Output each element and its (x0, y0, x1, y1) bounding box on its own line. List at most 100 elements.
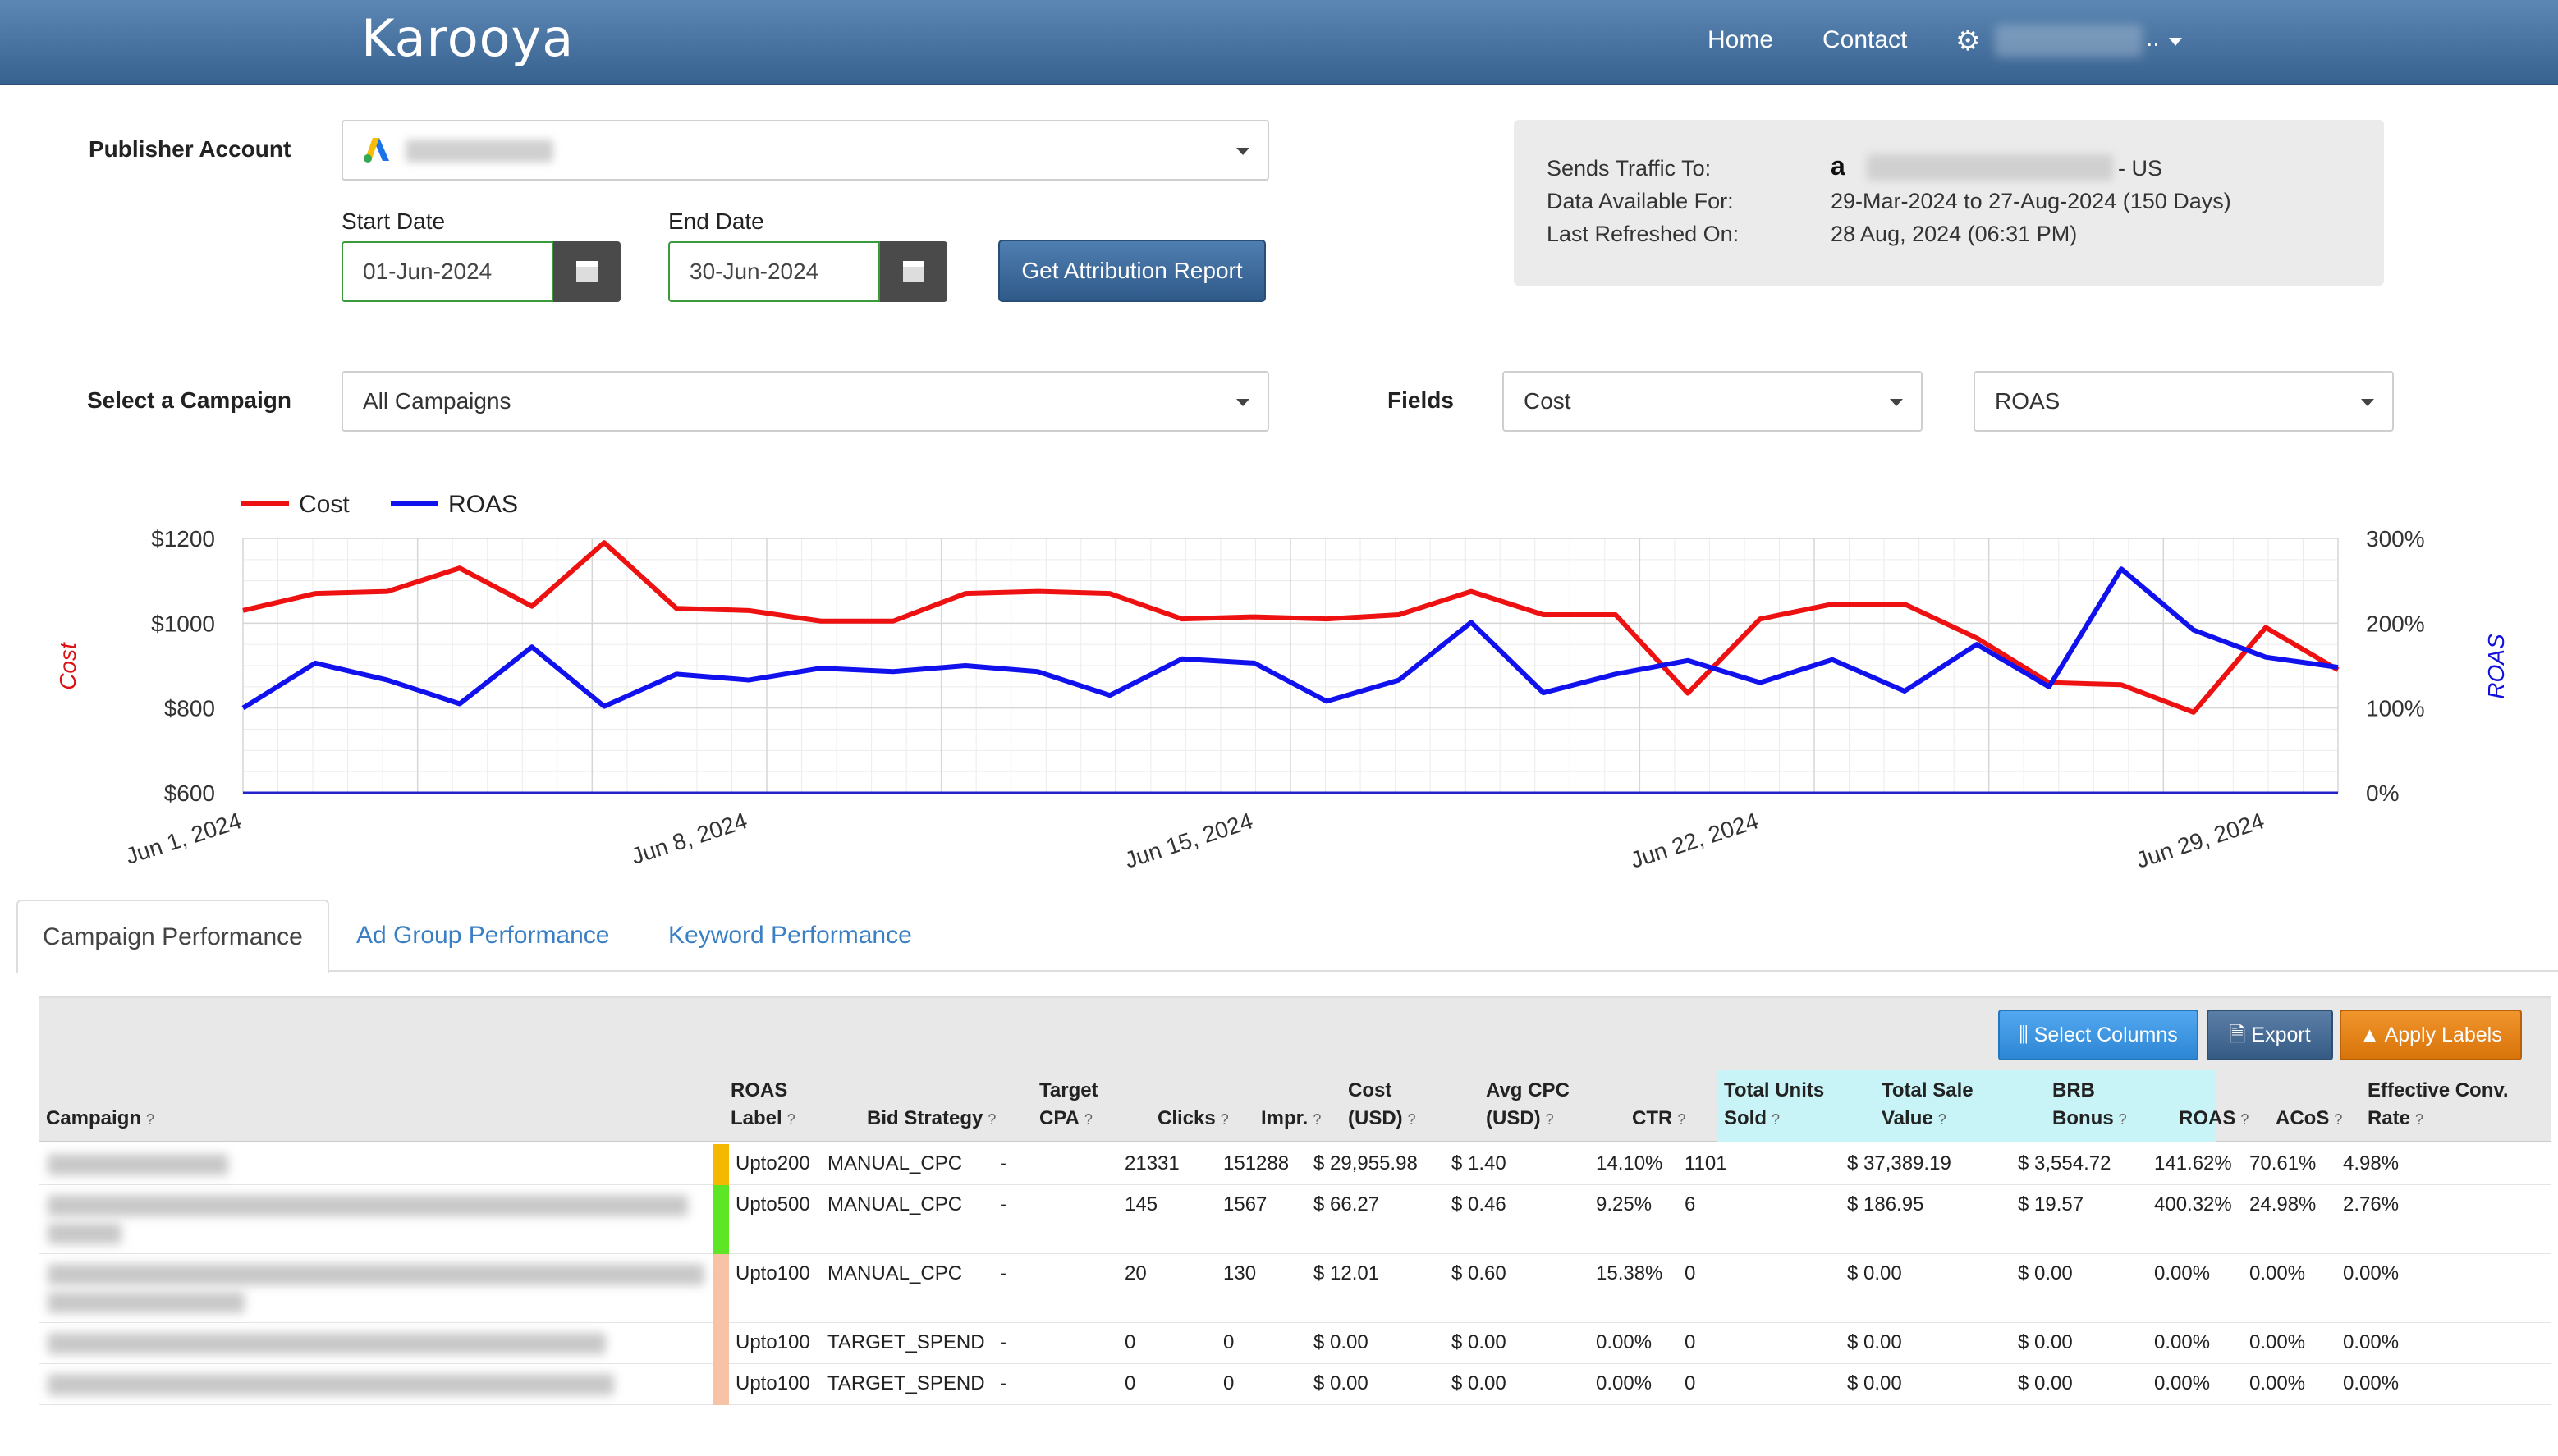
cell-total-sale-value: $ 186.95 (1847, 1193, 1924, 1216)
account-info-panel: Sends Traffic To: a - US Data Available … (1514, 120, 2384, 286)
cell-bid-strategy: TARGET_SPEND (827, 1372, 985, 1394)
columns-icon: ⫼ (2019, 1023, 2034, 1046)
tab-ad-group-performance[interactable]: Ad Group Performance (332, 900, 634, 972)
performance-tabs: Campaign Performance Ad Group Performanc… (16, 900, 2558, 973)
last-refreshed-value: 28 Aug, 2024 (06:31 PM) (1831, 222, 2078, 246)
cell-avg-cpc: $ 0.60 (1451, 1262, 1506, 1284)
col-bid-strategy[interactable]: Bid Strategy? (867, 1105, 996, 1133)
user-menu-caret-icon[interactable] (2169, 38, 2182, 46)
table-row[interactable]: Upto100 TARGET_SPEND - 0 0 $ 0.00 $ 0.00 0.00% 0… (39, 1364, 2551, 1405)
get-attribution-report-button[interactable]: Get Attribution Report (998, 240, 1266, 302)
table-row[interactable]: Upto100 TARGET_SPEND - 0 0 $ 0.00 $ 0.00 0.00% 0… (39, 1323, 2551, 1364)
x-axis-tick-label: Jun 15, 2024 (1121, 808, 1256, 873)
left-axis-tick-label: $600 (164, 781, 215, 806)
col-cost[interactable]: Cost (USD)? (1348, 1077, 1416, 1133)
cell-avg-cpc: $ 1.40 (1451, 1152, 1506, 1174)
calendar-icon (903, 261, 924, 282)
end-date-input[interactable]: 30-Jun-2024 (668, 241, 880, 302)
publisher-account-name-redacted (406, 140, 553, 163)
roas-label-color-swatch (713, 1144, 729, 1185)
cell-acos: 0.00% (2249, 1372, 2306, 1394)
publisher-account-label: Publisher Account (89, 136, 291, 162)
field2-select[interactable]: ROAS (1974, 371, 2394, 432)
apply-labels-button[interactable]: ▲ Apply Labels (2340, 1010, 2522, 1060)
chevron-down-icon (1236, 148, 1249, 155)
select-campaign-label: Select a Campaign (87, 387, 291, 413)
col-campaign[interactable]: Campaign? (46, 1105, 154, 1133)
nav-contact-link[interactable]: Contact (1822, 26, 1907, 54)
table-row[interactable]: Upto200 MANUAL_CPC - 21331 151288 $ 29,955.98… (39, 1144, 2551, 1185)
col-target-cpa[interactable]: Target CPA? (1039, 1077, 1098, 1133)
cell-acos: 24.98% (2249, 1193, 2317, 1216)
cell-impressions: 1567 (1223, 1193, 1268, 1216)
cell-effective-conv-rate: 0.00% (2343, 1372, 2400, 1394)
cell-ctr: 15.38% (1596, 1262, 1663, 1284)
campaign-name-redacted[interactable] (48, 1195, 688, 1216)
traffic-destination-redacted (1867, 154, 2113, 181)
field1-select[interactable]: Cost (1502, 371, 1923, 432)
top-navbar: Karooya Home Contact ⚙ .. (0, 0, 2558, 85)
tab-campaign-performance[interactable]: Campaign Performance (16, 900, 329, 973)
cell-effective-conv-rate: 4.98% (2343, 1152, 2400, 1174)
cell-total-units-sold: 1101 (1685, 1152, 1727, 1174)
cell-cost: $ 29,955.98 (1313, 1152, 1418, 1174)
campaign-name-redacted[interactable] (48, 1223, 121, 1244)
campaign-name-redacted[interactable] (48, 1154, 228, 1175)
cell-target-cpa: - (1000, 1372, 1006, 1394)
publisher-account-select[interactable] (342, 120, 1269, 181)
table-row[interactable]: Upto100 MANUAL_CPC - 20 130 $ 12.01 $ 0.60 15.3… (39, 1254, 2551, 1323)
left-axis-tick-label: $1200 (151, 526, 215, 552)
col-acos[interactable]: ACoS? (2276, 1105, 2342, 1133)
col-avg-cpc[interactable]: Avg CPC (USD)? (1486, 1077, 1570, 1133)
apply-labels-label: Apply Labels (2384, 1023, 2502, 1046)
cell-target-cpa: - (1000, 1262, 1006, 1284)
field1-select-value: Cost (1524, 388, 1571, 414)
start-date-calendar-button[interactable] (553, 241, 621, 302)
campaign-name-redacted[interactable] (48, 1292, 245, 1313)
left-axis-title: Cost (55, 642, 80, 690)
col-ctr[interactable]: CTR? (1632, 1105, 1685, 1133)
nav-home-link[interactable]: Home (1708, 26, 1773, 54)
cell-roas: 400.32% (2154, 1193, 2232, 1216)
campaign-name-redacted[interactable] (48, 1333, 606, 1354)
user-menu-ellipsis[interactable]: .. (2146, 25, 2160, 53)
campaign-select-value: All Campaigns (363, 388, 511, 414)
cell-roas-label: Upto100 (736, 1262, 810, 1284)
cell-clicks: 0 (1125, 1331, 1136, 1353)
col-impressions[interactable]: Impr.? (1261, 1105, 1321, 1133)
gear-icon[interactable]: ⚙ (1955, 25, 1985, 57)
cell-ctr: 0.00% (1596, 1331, 1653, 1353)
campaign-name-redacted[interactable] (48, 1374, 614, 1395)
data-available-value: 29-Mar-2024 to 27-Aug-2024 (150 Days) (1831, 189, 2231, 213)
cell-clicks: 0 (1125, 1372, 1136, 1394)
col-brb-bonus[interactable]: BRB Bonus? (2052, 1077, 2127, 1133)
start-date-input[interactable]: 01-Jun-2024 (342, 241, 553, 302)
cell-brb-bonus: $ 0.00 (2018, 1372, 2073, 1394)
cell-impressions: 151288 (1223, 1152, 1290, 1174)
select-columns-button[interactable]: ⫼ Select Columns (1998, 1010, 2198, 1060)
karooya-logo[interactable]: Karooya (361, 8, 574, 68)
cell-ctr: 14.10% (1596, 1152, 1663, 1174)
cell-avg-cpc: $ 0.00 (1451, 1372, 1506, 1394)
user-name-redacted[interactable] (1995, 25, 2143, 57)
end-date-label: End Date (668, 208, 764, 234)
cell-avg-cpc: $ 0.46 (1451, 1193, 1506, 1216)
export-button[interactable]: 🗎 Export (2207, 1010, 2333, 1060)
cell-roas: 141.62% (2154, 1152, 2232, 1174)
table-row[interactable]: Upto500 MANUAL_CPC - 145 1567 $ 66.27 $ 0.46 9.… (39, 1185, 2551, 1254)
campaign-name-redacted[interactable] (48, 1264, 704, 1285)
select-columns-label: Select Columns (2033, 1023, 2178, 1046)
col-roas[interactable]: ROAS? (2179, 1105, 2249, 1133)
col-roas-label[interactable]: ROAS Label? (731, 1077, 795, 1133)
campaign-select[interactable]: All Campaigns (342, 371, 1269, 432)
col-clicks[interactable]: Clicks? (1158, 1105, 1229, 1133)
cell-bid-strategy: MANUAL_CPC (827, 1152, 963, 1174)
col-effective-conv-rate[interactable]: Effective Conv. Rate? (2368, 1077, 2509, 1133)
col-total-units-sold[interactable]: Total Units Sold? (1724, 1077, 1824, 1133)
last-refreshed-label: Last Refreshed On: (1547, 222, 1740, 246)
col-total-sale-value[interactable]: Total Sale Value? (1882, 1077, 1974, 1133)
cell-ctr: 9.25% (1596, 1193, 1653, 1216)
cell-total-sale-value: $ 0.00 (1847, 1372, 1902, 1394)
tab-keyword-performance[interactable]: Keyword Performance (644, 900, 937, 972)
end-date-calendar-button[interactable] (880, 241, 947, 302)
